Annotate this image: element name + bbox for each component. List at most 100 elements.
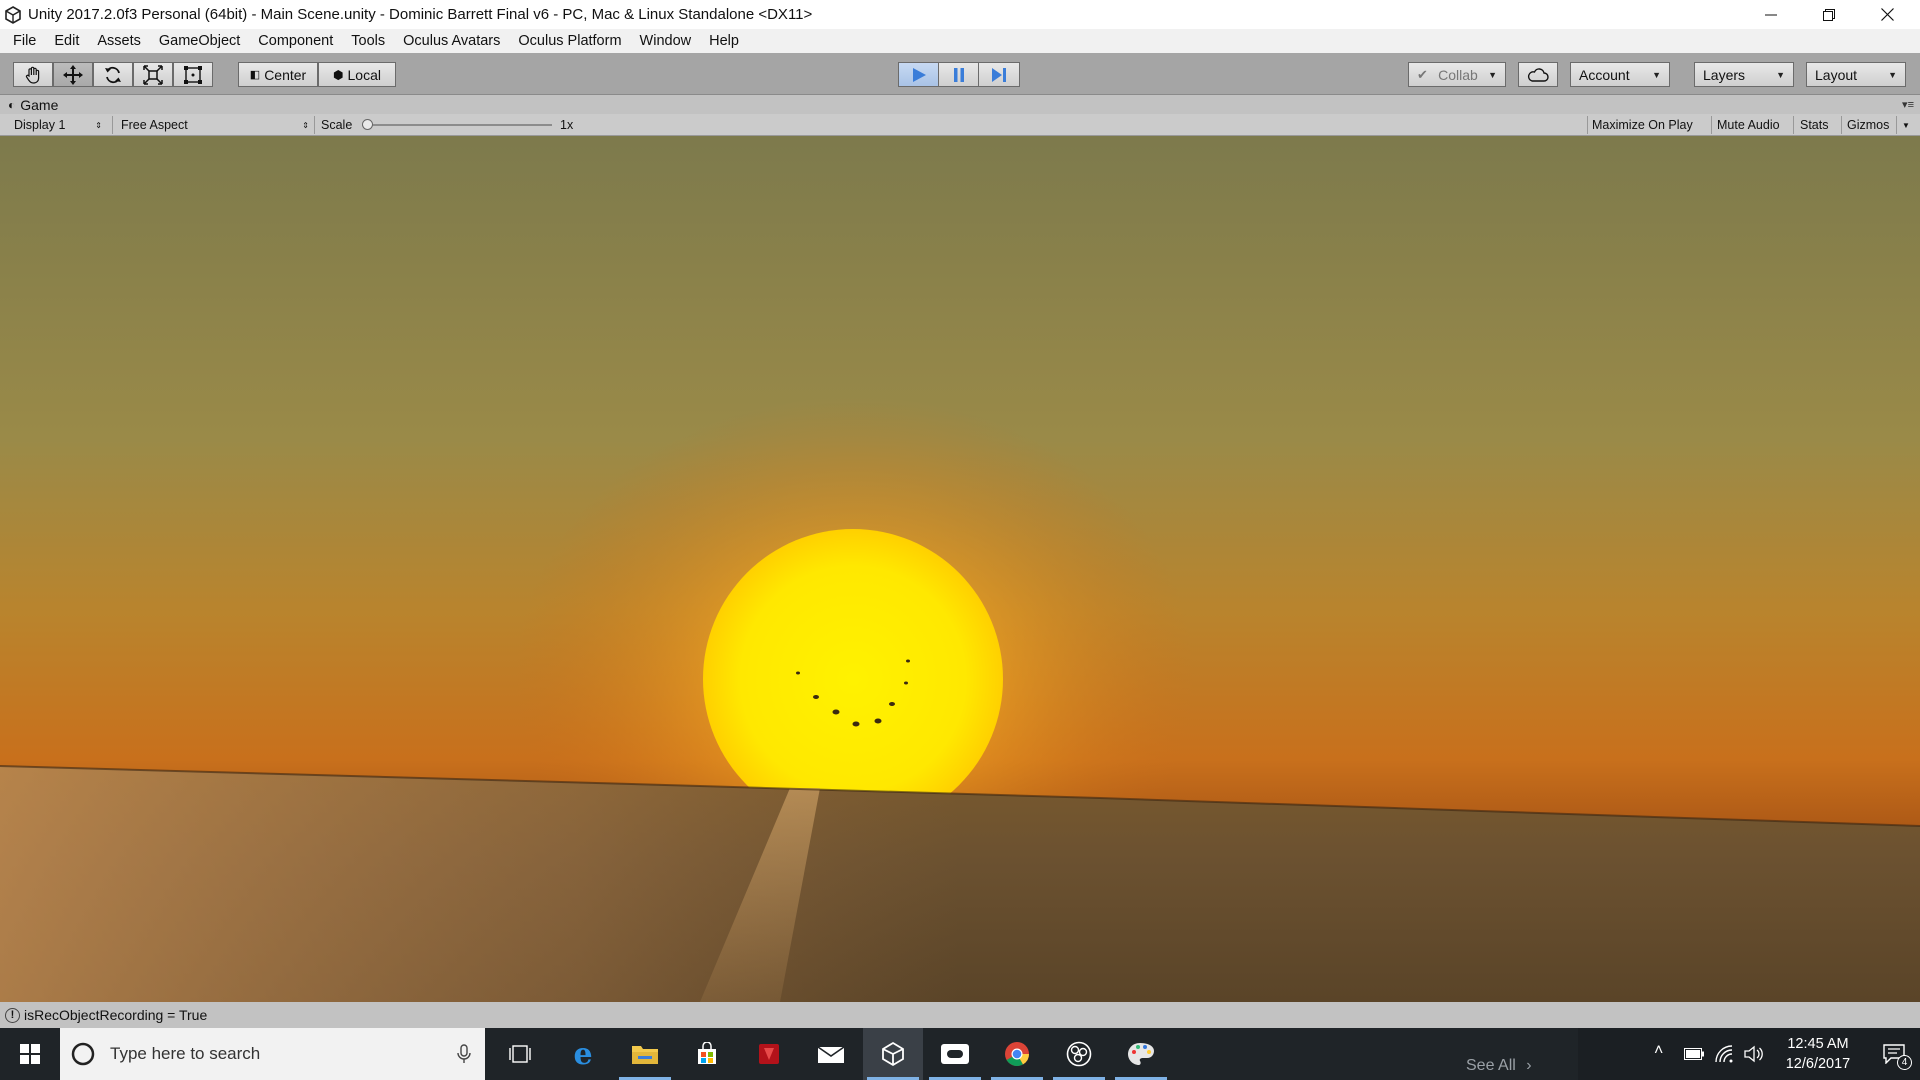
aspect-select[interactable]: Free Aspect ⇕ bbox=[121, 114, 311, 136]
collab-check-icon: ✔ bbox=[1417, 66, 1428, 82]
see-all-label: See All bbox=[1466, 1057, 1516, 1074]
system-tray: ˄ 12:45 AM 12/6/2017 4 bbox=[1578, 1028, 1920, 1080]
step-button[interactable] bbox=[978, 62, 1020, 87]
scale-value: 1x bbox=[560, 118, 574, 132]
task-view-icon bbox=[509, 1045, 531, 1063]
menu-oculus-platform[interactable]: Oculus Platform bbox=[509, 33, 630, 49]
mail-icon bbox=[817, 1046, 845, 1063]
info-icon: ! bbox=[5, 1007, 20, 1023]
menu-edit[interactable]: Edit bbox=[45, 33, 88, 49]
status-bar: ! isRecObjectRecording = True bbox=[0, 1002, 1920, 1028]
pivot-local-button[interactable]: ⬢ Local bbox=[318, 62, 396, 87]
folder-icon bbox=[632, 1046, 658, 1064]
task-view-button[interactable] bbox=[490, 1028, 550, 1080]
move-tool-button[interactable] bbox=[53, 62, 93, 87]
unity-logo-icon bbox=[4, 5, 22, 24]
battery-icon[interactable] bbox=[1684, 1048, 1704, 1060]
scale-tool-button[interactable] bbox=[133, 62, 173, 87]
step-icon bbox=[992, 67, 1006, 82]
layers-label: Layers bbox=[1703, 66, 1746, 83]
menu-help[interactable]: Help bbox=[700, 33, 748, 49]
maximize-on-play-toggle[interactable]: Maximize On Play bbox=[1592, 114, 1693, 136]
volume-icon[interactable] bbox=[1744, 1045, 1764, 1063]
stats-toggle[interactable]: Stats bbox=[1800, 114, 1829, 136]
display-select[interactable]: Display 1 ⇕ bbox=[14, 114, 106, 136]
account-dropdown[interactable]: Account ▼ bbox=[1570, 62, 1670, 87]
chevron-down-icon: ▼ bbox=[1776, 69, 1785, 80]
divider bbox=[1841, 116, 1842, 134]
game-view-render[interactable] bbox=[0, 136, 1920, 1002]
oculus-button[interactable] bbox=[925, 1028, 985, 1080]
taskbar-search[interactable]: Type here to search bbox=[60, 1028, 485, 1080]
rotate-icon bbox=[105, 66, 121, 83]
game-tab-bar: ◐ Game ▾≡ bbox=[0, 95, 1920, 114]
action-center-button[interactable]: 4 bbox=[1868, 1028, 1920, 1080]
layout-dropdown[interactable]: Layout ▼ bbox=[1806, 62, 1906, 87]
gizmos-toggle[interactable]: Gizmos bbox=[1847, 114, 1889, 136]
rect-transform-icon bbox=[184, 65, 202, 84]
menu-window[interactable]: Window bbox=[631, 33, 701, 49]
scale-slider[interactable] bbox=[362, 114, 552, 136]
rect-tool-button[interactable] bbox=[173, 62, 213, 87]
menu-assets[interactable]: Assets bbox=[88, 33, 150, 49]
cortana-icon bbox=[71, 1042, 95, 1066]
hand-icon bbox=[25, 66, 40, 84]
collab-label: Collab bbox=[1438, 66, 1478, 83]
obs-button[interactable] bbox=[1049, 1028, 1109, 1080]
collab-dropdown[interactable]: ✔ Collab ▼ bbox=[1408, 62, 1506, 87]
sun bbox=[703, 529, 1003, 829]
chevron-up-icon[interactable]: ˄ bbox=[1654, 1042, 1663, 1060]
chevron-down-icon: ▼ bbox=[1902, 120, 1910, 130]
tab-game-label: Game bbox=[20, 96, 59, 113]
game-view-controls: Display 1 ⇕ Free Aspect ⇕ Scale 1x Maxim… bbox=[0, 114, 1920, 136]
pause-button[interactable] bbox=[938, 62, 980, 87]
red-app-button[interactable] bbox=[739, 1028, 799, 1080]
slider-thumb[interactable] bbox=[362, 119, 373, 130]
menu-tools[interactable]: Tools bbox=[342, 33, 394, 49]
search-placeholder: Type here to search bbox=[110, 1044, 261, 1063]
edge-browser-button[interactable]: e bbox=[553, 1028, 613, 1080]
restore-icon bbox=[1823, 8, 1835, 21]
edge-icon: e bbox=[573, 1036, 593, 1072]
pivot-center-button[interactable]: ◧ Center bbox=[238, 62, 318, 87]
local-cube-icon: ⬢ bbox=[333, 67, 344, 82]
divider bbox=[1587, 116, 1588, 134]
gizmos-dropdown[interactable]: ▼ bbox=[1902, 114, 1910, 136]
see-all-link[interactable]: See All › bbox=[1466, 1057, 1532, 1075]
menu-oculus-avatars[interactable]: Oculus Avatars bbox=[394, 33, 509, 49]
menu-component[interactable]: Component bbox=[249, 33, 342, 49]
tab-game[interactable]: ◐ Game bbox=[8, 95, 58, 114]
windows-taskbar: Type here to search e See All › ˄ 12:45 … bbox=[0, 1028, 1920, 1080]
close-button[interactable] bbox=[1858, 0, 1916, 29]
unity-taskbar-button[interactable] bbox=[863, 1028, 923, 1080]
store-button[interactable] bbox=[677, 1028, 737, 1080]
menu-gameobject[interactable]: GameObject bbox=[150, 33, 249, 49]
red-app-icon bbox=[759, 1044, 779, 1064]
clock[interactable]: 12:45 AM 12/6/2017 bbox=[1778, 1034, 1858, 1074]
cloud-button[interactable] bbox=[1518, 62, 1558, 87]
mute-audio-toggle[interactable]: Mute Audio bbox=[1717, 114, 1780, 136]
menu-file[interactable]: File bbox=[4, 33, 45, 49]
play-icon bbox=[913, 67, 926, 82]
file-explorer-button[interactable] bbox=[615, 1028, 675, 1080]
chrome-button[interactable] bbox=[987, 1028, 1047, 1080]
start-button[interactable] bbox=[0, 1028, 60, 1080]
wifi-icon[interactable] bbox=[1714, 1045, 1734, 1063]
play-button[interactable] bbox=[898, 62, 940, 87]
pivot-label: Center bbox=[264, 66, 307, 83]
pivot-icon: ◧ bbox=[249, 69, 261, 81]
paint-button[interactable] bbox=[1111, 1028, 1171, 1080]
hand-tool-button[interactable] bbox=[13, 62, 53, 87]
mail-button[interactable] bbox=[801, 1028, 861, 1080]
rotate-tool-button[interactable] bbox=[93, 62, 133, 87]
status-message[interactable]: isRecObjectRecording = True bbox=[24, 1007, 207, 1023]
store-bag-icon bbox=[698, 1042, 716, 1064]
move-icon bbox=[63, 64, 83, 85]
paint-palette-icon bbox=[1128, 1043, 1154, 1065]
window-title: Unity 2017.2.0f3 Personal (64bit) - Main… bbox=[28, 6, 813, 23]
panel-menu-icon[interactable]: ▾≡ bbox=[1902, 98, 1914, 111]
minimize-button[interactable] bbox=[1742, 0, 1800, 29]
layers-dropdown[interactable]: Layers ▼ bbox=[1694, 62, 1794, 87]
restore-button[interactable] bbox=[1800, 0, 1858, 29]
microphone-icon[interactable] bbox=[457, 1044, 471, 1064]
